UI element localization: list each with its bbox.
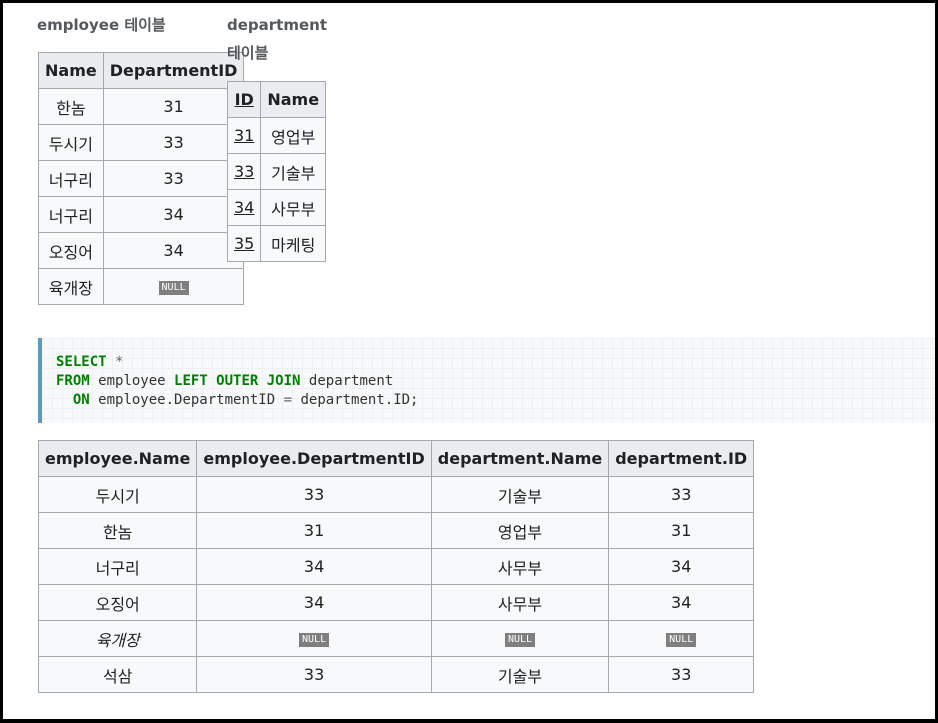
table-row: 오징어 34 bbox=[38, 232, 245, 269]
employee-header-departmentid: DepartmentID bbox=[102, 52, 245, 89]
result-cell: 육개장 bbox=[37, 620, 198, 657]
result-cell: 34 bbox=[196, 584, 432, 621]
table-row: 33 기술부 bbox=[226, 153, 327, 190]
department-caption-line1: department bbox=[227, 16, 327, 34]
department-header-id: ID bbox=[226, 81, 262, 118]
employee-name-cell: 육개장 bbox=[38, 268, 104, 305]
table-row: 오징어 34 사무부 34 bbox=[37, 584, 755, 621]
table-row: 두시기 33 기술부 33 bbox=[37, 476, 755, 513]
department-name-cell: 마케팅 bbox=[260, 225, 327, 262]
department-id-cell: 34 bbox=[226, 189, 262, 226]
result-cell: 두시기 bbox=[37, 476, 198, 513]
table-row: 육개장 NULL bbox=[38, 268, 245, 305]
result-cell: 34 bbox=[608, 548, 755, 585]
employee-dept-cell: 33 bbox=[102, 124, 245, 161]
table-row: 한놈 31 영업부 31 bbox=[37, 512, 755, 549]
sql-code: SELECT * FROM employee LEFT OUTER JOIN d… bbox=[56, 353, 419, 410]
department-table: ID Name 31 영업부 33 기술부 34 사무부 35 마케팅 bbox=[226, 81, 327, 262]
result-table: employee.Name employee.DepartmentID depa… bbox=[37, 440, 755, 693]
null-badge: NULL bbox=[666, 632, 697, 647]
result-cell: 33 bbox=[196, 476, 432, 513]
result-cell: 석삼 bbox=[37, 656, 198, 693]
sql-from: FROM bbox=[56, 373, 90, 389]
department-id-cell: 35 bbox=[226, 225, 262, 262]
employee-header-name: Name bbox=[38, 52, 104, 89]
result-cell: 한놈 bbox=[37, 512, 198, 549]
employee-dept-cell: 34 bbox=[102, 196, 245, 233]
result-cell: 사무부 bbox=[430, 584, 610, 621]
table-row: 31 영업부 bbox=[226, 117, 327, 154]
result-header: employee.Name bbox=[37, 440, 198, 477]
result-cell: 34 bbox=[196, 548, 432, 585]
result-cell: 기술부 bbox=[430, 476, 610, 513]
result-cell: 너구리 bbox=[37, 548, 198, 585]
table-row: 두시기 33 bbox=[38, 124, 245, 161]
result-cell: 오징어 bbox=[37, 584, 198, 621]
table-row: 육개장 NULL NULL NULL bbox=[37, 620, 755, 657]
result-cell: 34 bbox=[608, 584, 755, 621]
department-id-cell: 33 bbox=[226, 153, 262, 190]
sql-join: LEFT OUTER JOIN bbox=[174, 373, 301, 389]
result-cell: 영업부 bbox=[430, 512, 610, 549]
sql-code-block: SELECT * FROM employee LEFT OUTER JOIN d… bbox=[38, 338, 935, 423]
employee-table: Name DepartmentID 한놈 31 두시기 33 너구리 33 너구… bbox=[38, 52, 245, 305]
sql-on: ON bbox=[72, 392, 90, 408]
sql-select: SELECT bbox=[56, 354, 107, 370]
table-row: 34 사무부 bbox=[226, 189, 327, 226]
department-name-cell: 사무부 bbox=[260, 189, 327, 226]
result-header: employee.DepartmentID bbox=[196, 440, 432, 477]
result-cell: 33 bbox=[608, 476, 755, 513]
department-caption-line2: 테이블 bbox=[227, 44, 269, 62]
sql-lhs: employee.DepartmentID bbox=[98, 392, 276, 408]
sql-star: * bbox=[115, 354, 124, 370]
employee-name-cell: 두시기 bbox=[38, 124, 104, 161]
table-row: 너구리 33 bbox=[38, 160, 245, 197]
table-row: 한놈 31 bbox=[38, 88, 245, 125]
employee-name-cell: 너구리 bbox=[38, 196, 104, 233]
result-header: department.ID bbox=[608, 440, 755, 477]
null-badge: NULL bbox=[299, 632, 330, 647]
employee-name-cell: 너구리 bbox=[38, 160, 104, 197]
result-cell: 31 bbox=[608, 512, 755, 549]
employee-name-cell: 오징어 bbox=[38, 232, 104, 269]
employee-dept-cell: 31 bbox=[102, 88, 245, 125]
sql-table2: department bbox=[308, 373, 394, 389]
employee-dept-cell: 33 bbox=[102, 160, 245, 197]
table-row: 35 마케팅 bbox=[226, 225, 327, 262]
null-badge: NULL bbox=[504, 632, 536, 647]
department-id-cell: 31 bbox=[226, 117, 262, 154]
department-header-name: Name bbox=[260, 81, 327, 118]
table-row: 너구리 34 bbox=[38, 196, 245, 233]
result-cell: 33 bbox=[608, 656, 755, 693]
result-header: department.Name bbox=[430, 440, 610, 477]
department-name-cell: 기술부 bbox=[260, 153, 327, 190]
result-cell: 33 bbox=[196, 656, 432, 693]
department-name-cell: 영업부 bbox=[260, 117, 327, 154]
page-frame: employee 테이블 Name DepartmentID 한놈 31 두시기… bbox=[3, 3, 935, 719]
result-cell: 31 bbox=[196, 512, 432, 549]
result-cell: 기술부 bbox=[430, 656, 610, 693]
employee-name-cell: 한놈 bbox=[38, 88, 104, 125]
department-table-caption: department 테이블 bbox=[227, 11, 327, 67]
employee-table-caption: employee 테이블 bbox=[37, 16, 166, 34]
sql-table1: employee bbox=[98, 373, 166, 389]
table-row: 너구리 34 사무부 34 bbox=[37, 548, 755, 585]
result-cell: 사무부 bbox=[430, 548, 610, 585]
sql-eq: = bbox=[283, 392, 293, 408]
null-badge: NULL bbox=[158, 280, 189, 295]
sql-rhs: department.ID; bbox=[300, 392, 419, 408]
table-row: 석삼 33 기술부 33 bbox=[37, 656, 755, 693]
employee-dept-cell: 34 bbox=[102, 232, 245, 269]
